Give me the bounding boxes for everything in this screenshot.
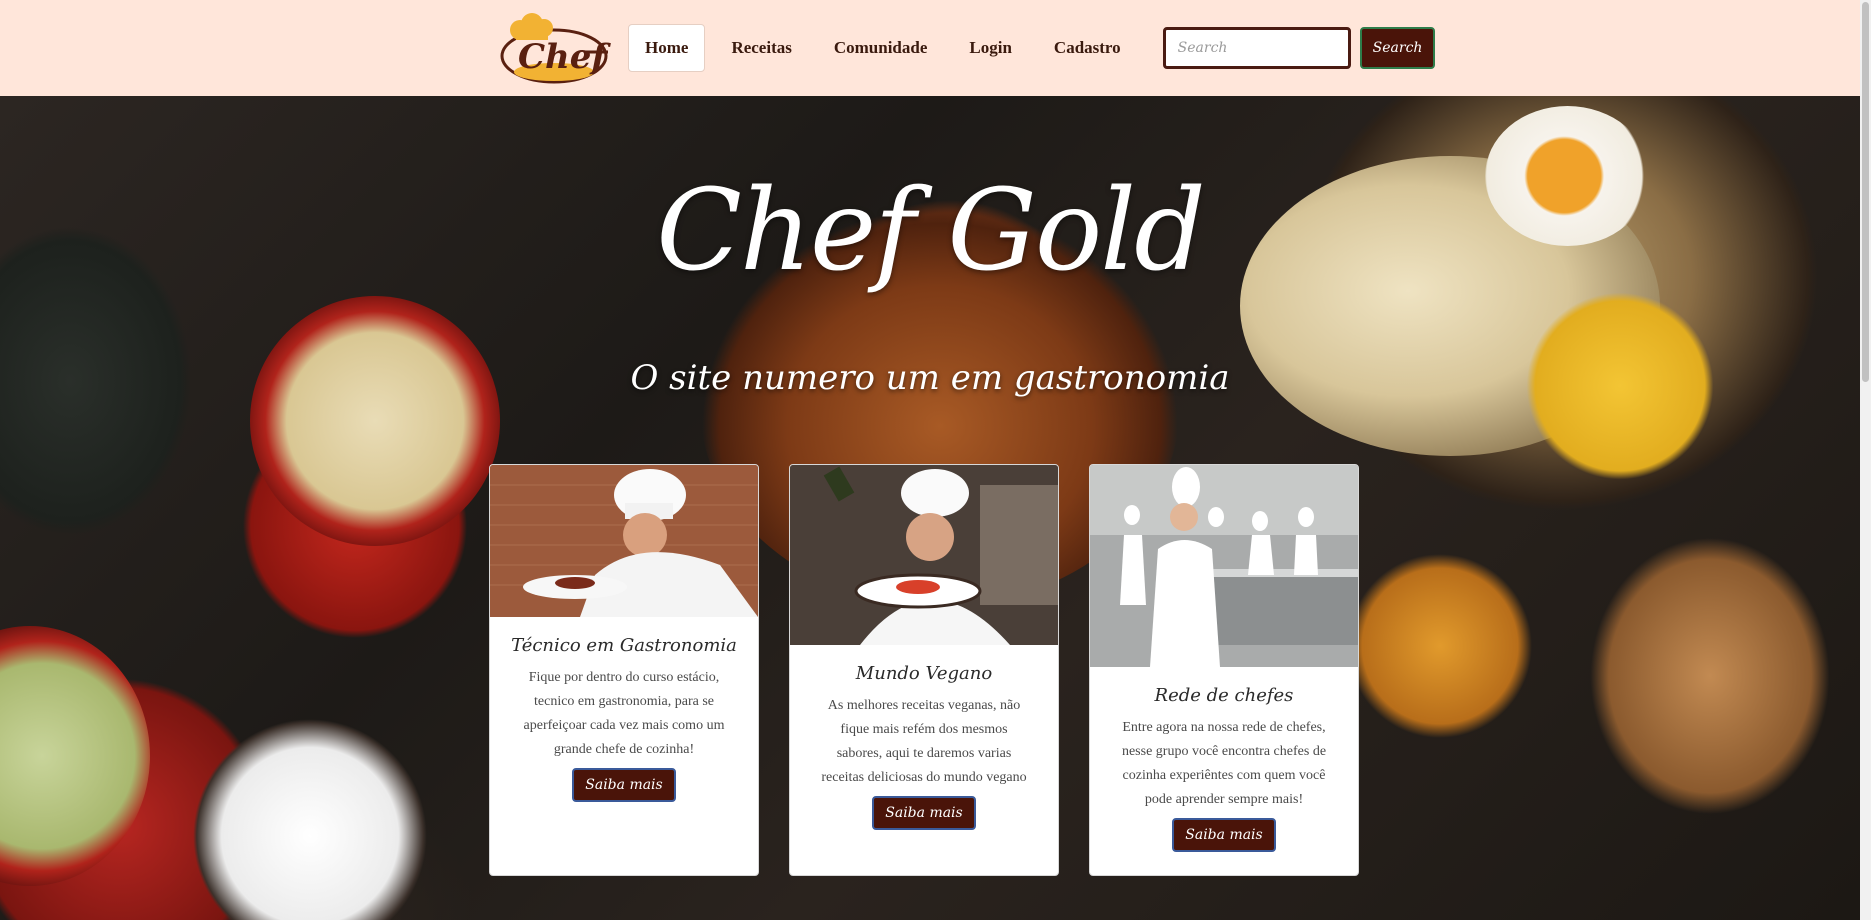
hero-subtitle: O site numero um em gastronomia (630, 358, 1230, 398)
card-title: Técnico em Gastronomia (511, 635, 737, 656)
scrollbar-thumb[interactable] (1862, 2, 1869, 382)
side-dish-shape (1340, 546, 1540, 746)
page-scrollbar[interactable] (1860, 0, 1871, 920)
nav-comunidade-link[interactable]: Comunidade (818, 24, 944, 72)
chef-plating-photo (490, 465, 758, 617)
chef-hat-logo-icon: Chef (500, 13, 611, 84)
chef-plate-illustration-icon (790, 465, 1058, 645)
card-text: Fique por dentro do curso estácio, tecni… (523, 670, 725, 757)
nav-receitas-link[interactable]: Receitas (715, 24, 807, 72)
nav-cadastro-link[interactable]: Cadastro (1038, 24, 1137, 72)
nav-home-link[interactable]: Home (628, 24, 706, 72)
card-text: As melhores receitas veganas, não fique … (821, 698, 1027, 785)
navbar-inner: Chef Home Receitas Comunidade Login Cada… (500, 0, 1436, 96)
logo-text: Chef (518, 37, 611, 77)
miso-soup-bowl-shape (250, 296, 500, 546)
search-button[interactable]: Search (1359, 27, 1436, 69)
saiba-mais-button[interactable]: Saiba mais (572, 768, 676, 802)
chef-logo[interactable]: Chef (500, 12, 612, 84)
chef-kitchen-photo (1090, 465, 1358, 667)
soup-bowl-left-shape (0, 626, 150, 886)
card-text: Entre agora na nossa rede de chefes, nes… (1121, 720, 1327, 807)
meat-shape (1580, 526, 1840, 826)
rice-bowl-shape (180, 716, 440, 920)
card-rede-de-chefes: Rede de chefes Entre agora na nossa rede… (1089, 464, 1359, 876)
card-title: Rede de chefes (1154, 685, 1294, 706)
saiba-mais-button[interactable]: Saiba mais (872, 796, 976, 830)
chef-plate-photo (790, 465, 1058, 645)
card-tecnico-gastronomia: Técnico em Gastronomia Fique por dentro … (489, 464, 759, 876)
card-title: Mundo Vegano (855, 663, 993, 684)
nav-login-link[interactable]: Login (953, 24, 1028, 72)
top-navbar: Chef Home Receitas Comunidade Login Cada… (0, 0, 1860, 96)
hero-title: Chef Gold (656, 166, 1206, 296)
search-input[interactable] (1162, 27, 1351, 69)
card-mundo-vegano: Mundo Vegano As melhores receitas vegana… (789, 464, 1059, 876)
saiba-mais-button[interactable]: Saiba mais (1172, 818, 1276, 852)
chef-kitchen-illustration-icon (1090, 465, 1358, 667)
chef-plating-illustration-icon (490, 465, 758, 617)
